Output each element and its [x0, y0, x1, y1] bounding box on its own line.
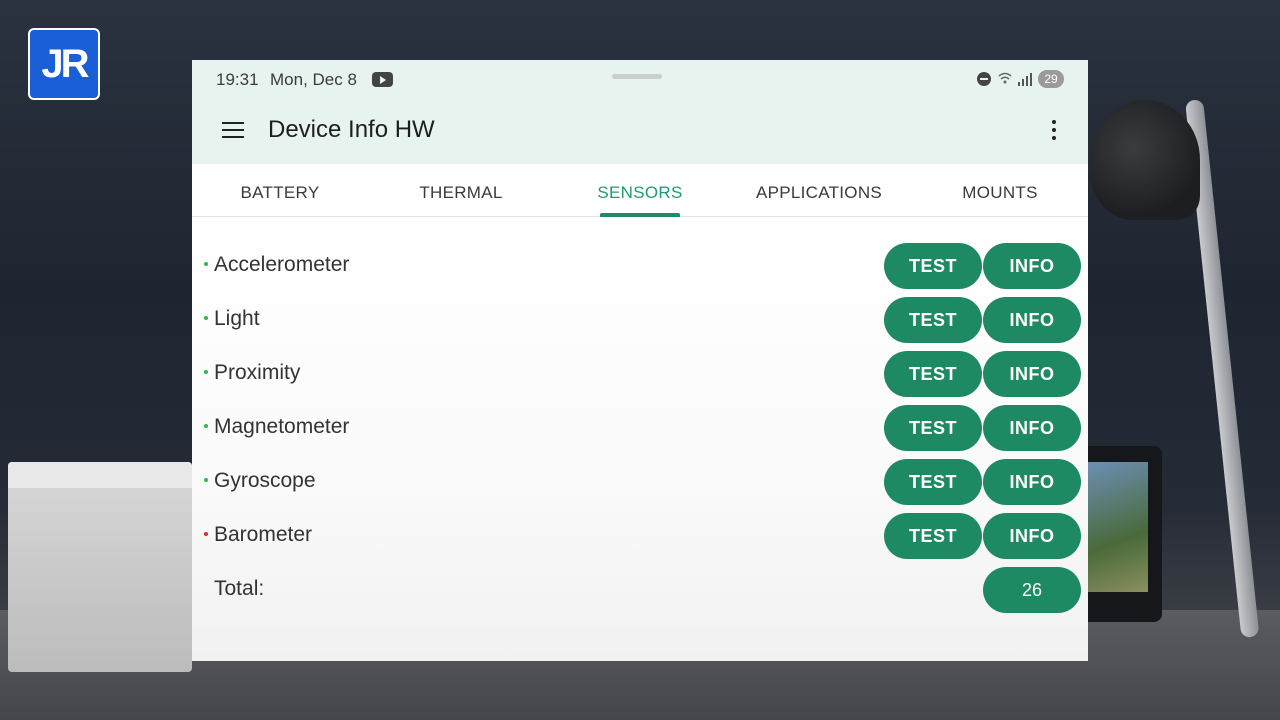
tab-bar: BATTERY THERMAL SENSORS APPLICATIONS MOU… — [192, 164, 1088, 217]
tab-applications[interactable]: APPLICATIONS — [726, 164, 912, 216]
sensor-name: Accelerometer — [214, 253, 350, 276]
tab-battery[interactable]: BATTERY — [192, 164, 368, 216]
sensor-row-light: Light TEST INFO — [192, 293, 1088, 347]
test-button[interactable]: TEST — [884, 351, 982, 397]
test-button[interactable]: TEST — [884, 459, 982, 505]
test-button[interactable]: TEST — [884, 297, 982, 343]
status-dot — [204, 316, 208, 320]
phone-screen: 19:31 Mon, Dec 8 29 Device Info HW BATTE… — [192, 60, 1088, 661]
info-button[interactable]: INFO — [983, 513, 1081, 559]
wifi-icon — [998, 71, 1012, 85]
sensor-row-proximity: Proximity TEST INFO — [192, 347, 1088, 401]
channel-logo: JR — [28, 28, 100, 100]
info-button[interactable]: INFO — [983, 405, 1081, 451]
sensor-name: Barometer — [214, 523, 313, 546]
test-button[interactable]: TEST — [884, 513, 982, 559]
sensor-row-barometer: Barometer TEST INFO — [192, 509, 1088, 563]
sensor-name: Magnetometer — [214, 415, 350, 438]
status-time: 19:31 — [216, 70, 259, 89]
status-dot — [204, 478, 208, 482]
status-bar: 19:31 Mon, Dec 8 29 — [192, 60, 1088, 100]
test-button[interactable]: TEST — [884, 405, 982, 451]
sensor-row-gyroscope: Gyroscope TEST INFO — [192, 455, 1088, 509]
sensor-name: Proximity — [214, 361, 301, 384]
status-dot — [204, 424, 208, 428]
background-box — [8, 462, 192, 672]
info-button[interactable]: INFO — [983, 243, 1081, 289]
total-row: Total: 26 — [192, 563, 1088, 617]
status-dot — [204, 532, 208, 536]
drag-handle[interactable] — [612, 74, 662, 79]
test-button[interactable]: TEST — [884, 243, 982, 289]
sensor-row-accelerometer: Accelerometer TEST INFO — [192, 239, 1088, 293]
background-tablet-screen — [1088, 462, 1148, 592]
total-count-badge[interactable]: 26 — [983, 567, 1081, 613]
status-dot — [204, 262, 208, 266]
youtube-icon — [372, 72, 393, 87]
background-lamp-head — [1090, 100, 1200, 220]
background-box-lid — [8, 462, 192, 488]
sensor-name: Light — [214, 307, 260, 330]
info-button[interactable]: INFO — [983, 459, 1081, 505]
sensor-list: Accelerometer TEST INFO Light TEST INFO … — [192, 217, 1088, 661]
do-not-disturb-icon — [977, 72, 991, 86]
tab-thermal[interactable]: THERMAL — [368, 164, 554, 216]
battery-icon: 29 — [1038, 70, 1064, 88]
app-title: Device Info HW — [268, 116, 435, 143]
status-dot — [204, 370, 208, 374]
info-button[interactable]: INFO — [983, 297, 1081, 343]
app-bar: Device Info HW — [192, 100, 1088, 164]
info-button[interactable]: INFO — [983, 351, 1081, 397]
sensor-row-magnetometer: Magnetometer TEST INFO — [192, 401, 1088, 455]
tab-sensors[interactable]: SENSORS — [554, 164, 726, 216]
signal-icon — [1018, 72, 1032, 86]
sensor-name: Gyroscope — [214, 469, 316, 492]
menu-icon[interactable] — [222, 122, 244, 140]
more-vert-icon[interactable] — [1050, 120, 1058, 140]
status-date: Mon, Dec 8 — [270, 70, 357, 89]
tab-mounts[interactable]: MOUNTS — [912, 164, 1088, 216]
total-label: Total: — [214, 577, 265, 600]
